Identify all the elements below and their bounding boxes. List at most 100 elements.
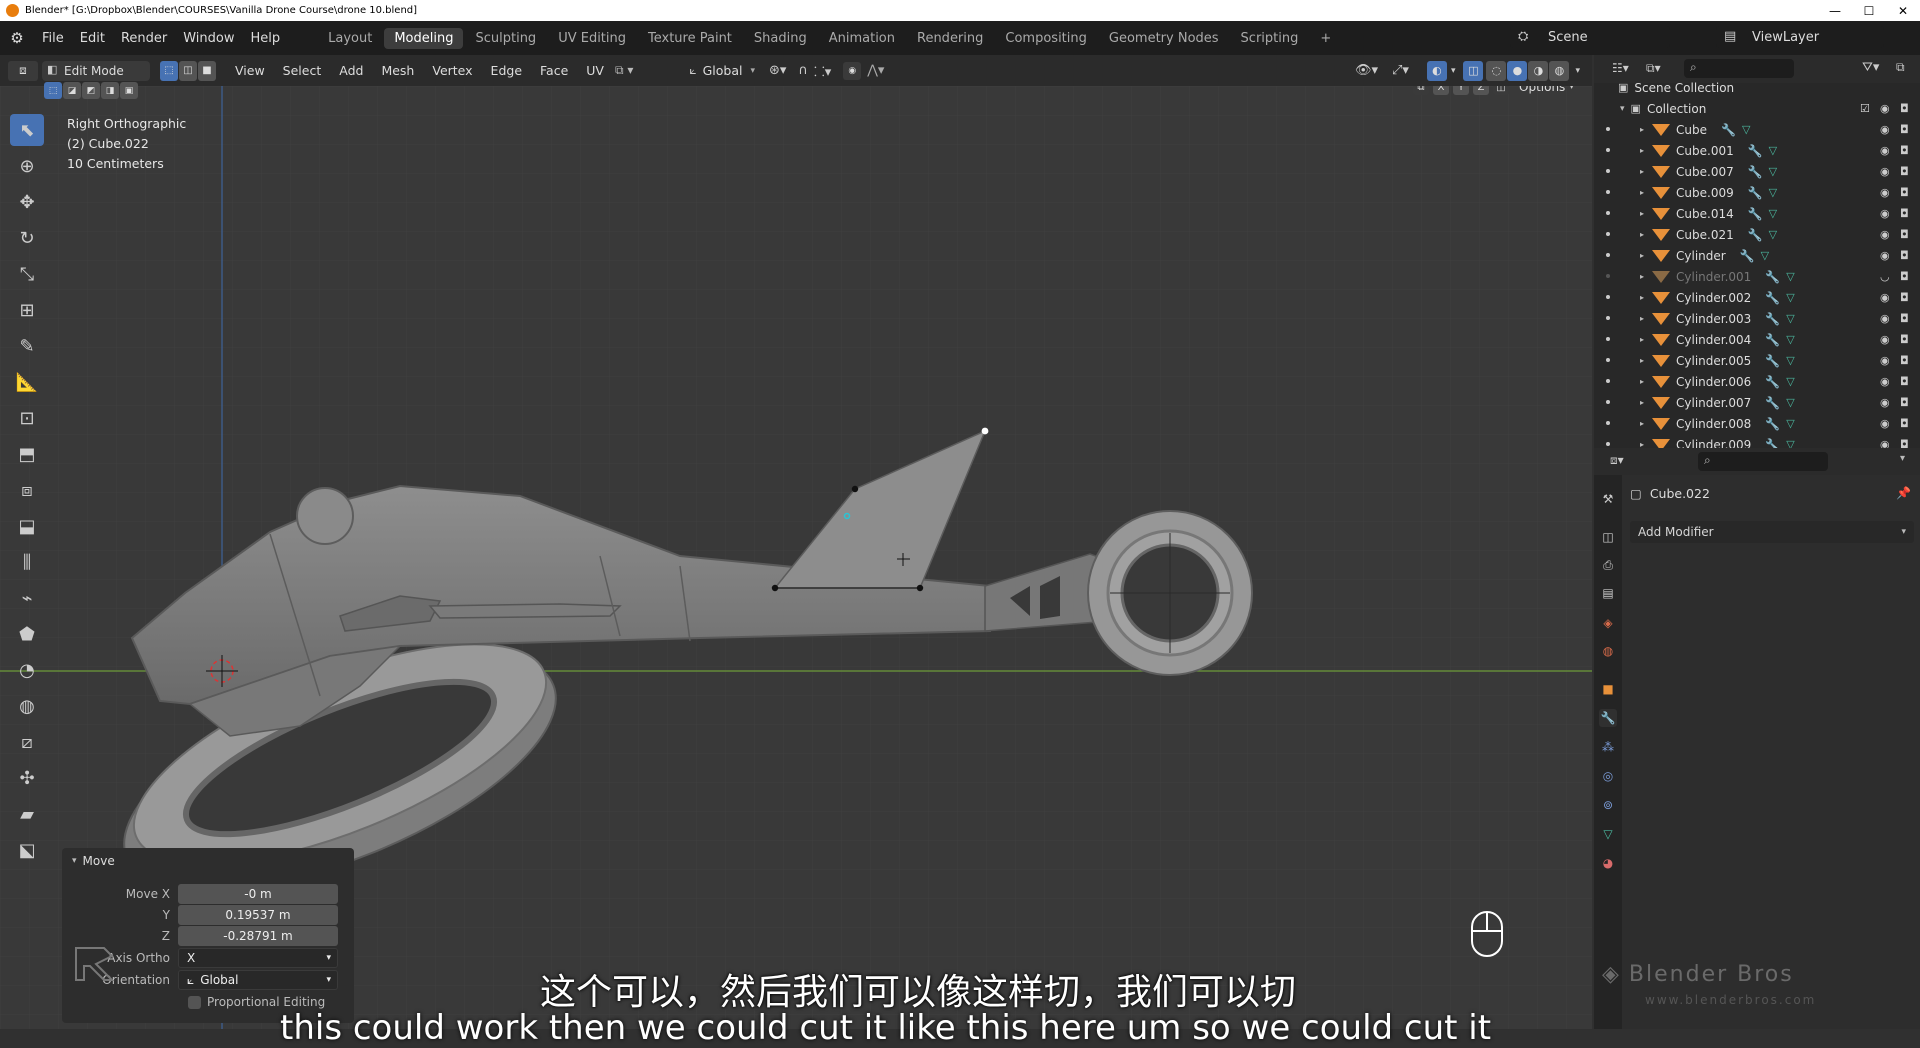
camera-icon[interactable]: ◘ — [1900, 396, 1909, 409]
mesh-data-icon[interactable]: ▽ — [1742, 123, 1750, 136]
proportional-checkbox[interactable] — [188, 995, 201, 1009]
expand-arrow-icon[interactable]: ▸ — [1640, 419, 1644, 428]
expand-arrow-icon[interactable]: ▸ — [1640, 209, 1644, 218]
chevron-down-icon[interactable]: ▾ — [1900, 453, 1905, 464]
mesh-data-icon[interactable]: ▽ — [1769, 207, 1777, 220]
move-operator-panel[interactable]: ▾ Move Move X -0 m Y 0.19537 m Z -0.2879… — [62, 848, 354, 1023]
mesh-data-icon[interactable]: ▽ — [1786, 312, 1794, 325]
properties-editor-icon[interactable]: ⧈▾ — [1610, 453, 1624, 468]
modifier-icon[interactable]: 🔧 — [1765, 333, 1780, 347]
edge-slide-tool-icon[interactable]: ⧄ — [10, 726, 44, 758]
camera-icon[interactable]: ◘ — [1900, 354, 1909, 367]
outliner-item[interactable]: ▸ Cylinder.004 🔧 ▽ ◉ ◘ — [1594, 329, 1920, 350]
modifier-icon[interactable]: 🔧 — [1765, 354, 1780, 368]
mesh-data-icon[interactable]: ▽ — [1786, 438, 1794, 448]
modifier-icon[interactable]: 🔧 — [1765, 375, 1780, 389]
output-tab-icon[interactable]: ⎙ — [1599, 556, 1617, 574]
bevel-tool-icon[interactable]: ⬓ — [10, 510, 44, 542]
knife-tool-icon[interactable]: ⌁ — [10, 582, 44, 614]
eye-icon[interactable]: ◡ — [1880, 270, 1890, 283]
view-layer-tab-icon[interactable]: ▤ — [1599, 584, 1617, 602]
eye-icon[interactable]: ◉ — [1880, 228, 1890, 241]
mesh-data-icon[interactable]: ▽ — [1786, 291, 1794, 304]
eye-icon[interactable]: ◉ — [1880, 249, 1890, 262]
eye-icon[interactable]: ◉ — [1880, 312, 1890, 325]
vertex-3[interactable] — [851, 485, 859, 493]
outliner-item[interactable]: ▸ Cube.009 🔧 ▽ ◉ ◘ — [1594, 182, 1920, 203]
expand-arrow-icon[interactable]: ▸ — [1640, 314, 1644, 323]
vertex-1[interactable] — [771, 584, 779, 592]
outliner-item[interactable]: ▸ Cube.007 🔧 ▽ ◉ ◘ — [1594, 161, 1920, 182]
physics-tab-icon[interactable]: ◎ — [1599, 767, 1617, 785]
camera-icon[interactable]: ◘ — [1900, 312, 1909, 325]
outliner-item[interactable]: ▸ Cylinder.002 🔧 ▽ ◉ ◘ — [1594, 287, 1920, 308]
outliner-item[interactable]: ▸ Cylinder.003 🔧 ▽ ◉ ◘ — [1594, 308, 1920, 329]
camera-icon[interactable]: ◘ — [1900, 123, 1909, 136]
expand-arrow-icon[interactable]: ▸ — [1640, 293, 1644, 302]
eye-icon[interactable]: ◉ — [1880, 123, 1890, 136]
eye-icon[interactable]: ◉ — [1880, 291, 1890, 304]
outliner-item[interactable]: ▸ Cube.021 🔧 ▽ ◉ ◘ — [1594, 224, 1920, 245]
outliner-item[interactable]: ▸ Cylinder.005 🔧 ▽ ◉ ◘ — [1594, 350, 1920, 371]
spin-tool-icon[interactable]: ◔ — [10, 654, 44, 686]
outliner-item[interactable]: ▸ Cylinder 🔧 ▽ ◉ ◘ — [1594, 245, 1920, 266]
expand-arrow-icon[interactable]: ▸ — [1640, 230, 1644, 239]
eye-icon[interactable]: ◉ — [1880, 333, 1890, 346]
poly-build-tool-icon[interactable]: ⬟ — [10, 618, 44, 650]
add-modifier-button[interactable]: Add Modifier ▾ — [1630, 521, 1914, 543]
mesh-data-icon[interactable]: ▽ — [1786, 417, 1794, 430]
loop-cut-tool-icon[interactable]: ⫼ — [10, 546, 44, 578]
world-tab-icon[interactable]: ◍ — [1599, 642, 1617, 660]
expand-arrow-icon[interactable]: ▸ — [1640, 356, 1644, 365]
camera-icon[interactable]: ◘ — [1900, 438, 1909, 448]
expand-arrow-icon[interactable]: ▸ — [1640, 188, 1644, 197]
modifier-icon[interactable]: 🔧 — [1740, 249, 1755, 263]
expand-arrow-icon[interactable]: ▸ — [1640, 440, 1644, 448]
rip-tool-icon[interactable]: ⬕ — [10, 834, 44, 866]
shear-tool-icon[interactable]: ▰ — [10, 798, 44, 830]
tool-tab-icon[interactable]: ⚒ — [1599, 490, 1617, 508]
vertex-2[interactable] — [916, 584, 924, 592]
camera-icon[interactable]: ◘ — [1900, 165, 1909, 178]
data-tab-icon[interactable]: ▽ — [1599, 825, 1617, 843]
modifier-icon[interactable]: 🔧 — [1748, 207, 1763, 221]
camera-icon[interactable]: ◘ — [1900, 270, 1909, 283]
move-z-field[interactable]: -0.28791 m — [178, 926, 338, 946]
mesh-data-icon[interactable]: ▽ — [1761, 249, 1769, 262]
camera-icon[interactable]: ◘ — [1900, 375, 1909, 388]
smooth-tool-icon[interactable]: ◍ — [10, 690, 44, 722]
camera-icon[interactable]: ◘ — [1900, 249, 1909, 262]
shrink-fatten-tool-icon[interactable]: ✣ — [10, 762, 44, 794]
outliner-item[interactable]: ▸ Cube 🔧 ▽ ◉ ◘ — [1594, 119, 1920, 140]
mesh-data-icon[interactable]: ▽ — [1786, 396, 1794, 409]
mesh-data-icon[interactable]: ▽ — [1786, 375, 1794, 388]
modifier-icon[interactable]: 🔧 — [1721, 123, 1736, 137]
modifier-icon[interactable]: 🔧 — [1748, 228, 1763, 242]
expand-arrow-icon[interactable]: ▸ — [1640, 335, 1644, 344]
expand-arrow-icon[interactable]: ▸ — [1640, 377, 1644, 386]
modifier-icon[interactable]: 🔧 — [1748, 186, 1763, 200]
orientation-select[interactable]: ⟀ Global ▾ — [178, 970, 338, 990]
move-x-field[interactable]: -0 m — [178, 884, 338, 904]
object-tab-icon[interactable]: ■ — [1599, 680, 1617, 698]
outliner-item[interactable]: ▸ Cylinder.006 🔧 ▽ ◉ ◘ — [1594, 371, 1920, 392]
eye-icon[interactable]: ◉ — [1880, 396, 1890, 409]
modifier-icon[interactable]: 🔧 — [1748, 144, 1763, 158]
expand-arrow-icon[interactable]: ▸ — [1640, 272, 1644, 281]
eye-icon[interactable]: ◉ — [1880, 144, 1890, 157]
move-y-field[interactable]: 0.19537 m — [178, 905, 338, 925]
expand-arrow-icon[interactable]: ▸ — [1640, 125, 1644, 134]
modifier-icon[interactable]: 🔧 — [1765, 417, 1780, 431]
outliner-item[interactable]: ▸ Cylinder.009 🔧 ▽ ◉ ◘ — [1594, 434, 1920, 448]
eye-icon[interactable]: ◉ — [1880, 186, 1890, 199]
camera-icon[interactable]: ◘ — [1900, 291, 1909, 304]
expand-arrow-icon[interactable]: ▸ — [1640, 251, 1644, 260]
eye-icon[interactable]: ◉ — [1880, 207, 1890, 220]
inset-tool-icon[interactable]: ⧈ — [10, 474, 44, 506]
axis-ortho-select[interactable]: X ▾ — [178, 948, 338, 968]
modifier-icon[interactable]: 🔧 — [1765, 396, 1780, 410]
mesh-data-icon[interactable]: ▽ — [1769, 186, 1777, 199]
outliner-item[interactable]: ▸ Cylinder.001 🔧 ▽ ◡ ◘ — [1594, 266, 1920, 287]
camera-icon[interactable]: ◘ — [1900, 144, 1909, 157]
pin-icon[interactable]: 📌 — [1896, 486, 1911, 500]
